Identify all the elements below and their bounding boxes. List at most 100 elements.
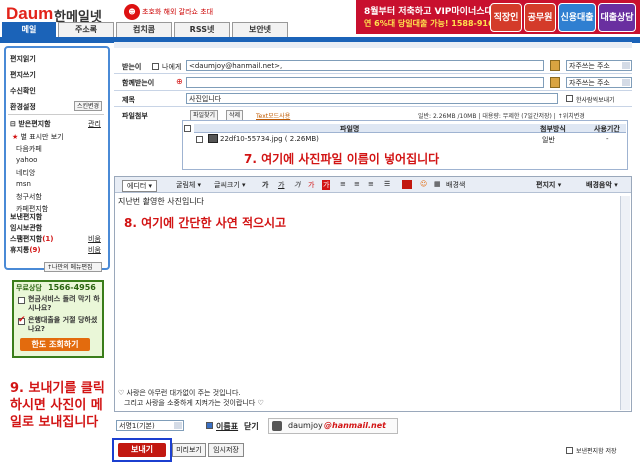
banner-button-credit[interactable]: 신용대출 (558, 3, 596, 32)
save-temp-button[interactable]: 임시저장 (208, 443, 244, 457)
bgcolor-button[interactable]: 배경색 (446, 180, 465, 190)
to-address-select[interactable]: 자주쓰는 주소 (566, 60, 632, 71)
to-me-checkbox[interactable] (152, 63, 159, 70)
cc-label: 함께받는이 (122, 79, 155, 87)
sidebar-item-inbox[interactable]: ⊟ 받은편지함 (10, 119, 51, 129)
attach-label: 파일첨부 (122, 112, 148, 120)
insert-image-icon[interactable] (402, 180, 412, 189)
tab-addressbook[interactable]: 주소록 (58, 22, 114, 37)
stationery-select[interactable]: 편지지 ▾ (536, 180, 561, 190)
attach-select-all[interactable] (184, 125, 191, 132)
cc-input[interactable] (186, 77, 544, 88)
sidebar-item-temp[interactable]: 임시보관함 (10, 223, 42, 233)
compose-header-strip (114, 42, 632, 48)
sidebar-item-write[interactable]: 편지쓰기 (10, 70, 36, 80)
font-size-select[interactable]: 글씨크기 ▾ (214, 180, 246, 190)
sidebar-item-spam[interactable]: 스팸편지함(1) (10, 234, 53, 244)
promo-link[interactable]: ☻ 초호화 해외 갈라쇼 초대 (124, 4, 234, 22)
folder-daumcafe[interactable]: 다음카페 (16, 144, 42, 154)
sidebar-item-trash[interactable]: 휴지통(9) (10, 245, 41, 255)
banner-button-consult[interactable]: 대출상담 (598, 3, 636, 32)
subject-label: 제목 (122, 96, 135, 104)
signature-line-1: ♡ 사랑은 아무런 대가없이 주는 것입니다. (118, 389, 241, 397)
nametag-domain: @hanmail.net (324, 421, 386, 430)
ad-check-2: ✔ (18, 315, 26, 325)
inbox-manage-link[interactable]: 관리 (88, 119, 101, 129)
banner-button-worker[interactable]: 직장인 (490, 3, 522, 32)
individual-send-checkbox[interactable] (566, 95, 573, 102)
tab-rss[interactable]: RSS넷 (174, 22, 230, 37)
bgmusic-select[interactable]: 배경음악 ▾ (586, 180, 618, 190)
editor-mode-select[interactable]: 에디터 ▾ (122, 180, 158, 192)
folder-yahoo[interactable]: yahoo (16, 156, 37, 164)
emoticon-icon[interactable]: ☺ (420, 180, 427, 188)
instruction-8: 8. 여기에 간단한 사연 적으시고 (124, 216, 287, 230)
spam-empty-link[interactable]: 비움 (88, 234, 101, 244)
instruction-9: 9. 보내기를 클릭하시면 사진이 메일로 보내집니다 (10, 381, 105, 430)
plus-icon[interactable]: ⊕ (176, 77, 183, 86)
file-name[interactable]: 22df10-55734.jpg ( 2.26MB) (220, 135, 319, 143)
subject-input[interactable]: 사진입니다 (186, 93, 558, 104)
divider (114, 73, 632, 74)
ad-limit-button[interactable]: 한도 조회하기 (20, 338, 90, 351)
text-mode-link[interactable]: Text모드사용 (256, 111, 290, 120)
signature-line-2: 그리고 사랑을 소중하게 지켜가는 것이랍니다 ♡ (124, 399, 264, 407)
body-first-line[interactable]: 지난번 촬영한 사진입니다 (118, 196, 204, 207)
col-method: 첨부방식 (540, 125, 566, 133)
banner-line1: 8월부터 저축하고 VIP마이너스대출 (364, 7, 502, 17)
divider (114, 90, 632, 91)
nametag-checkbox[interactable] (206, 422, 213, 429)
save-sent-label: 보낸편지함 저장 (576, 448, 617, 455)
folder-netian[interactable]: 네티앙 (16, 168, 35, 178)
banner-button-official[interactable]: 공무원 (524, 3, 556, 32)
nametag-user: daumjoy (288, 421, 323, 430)
skin-change-button[interactable]: 스킨변경 (74, 101, 103, 111)
align-center-icon[interactable]: ≡ (354, 180, 360, 188)
trash-empty-link[interactable]: 비움 (88, 245, 101, 255)
tab-mail[interactable]: 메일 (2, 22, 56, 37)
sidebar-divider (8, 114, 104, 115)
sidebar-item-sent[interactable]: 보낸편지함 (10, 212, 42, 222)
underline-button[interactable]: 가 (278, 180, 284, 190)
to-input[interactable]: <daumjoy@hanmail.net>, (186, 60, 544, 71)
sidebar-item-read[interactable]: 편지읽기 (10, 54, 36, 64)
signature-close[interactable]: 닫기 (244, 421, 259, 432)
align-left-icon[interactable]: ≡ (340, 180, 346, 188)
cc-address-book-icon[interactable] (550, 77, 560, 88)
font-color-button[interactable]: 가 (308, 180, 314, 190)
folder-msn[interactable]: msn (16, 180, 31, 188)
address-book-icon[interactable] (550, 60, 560, 71)
list-icon[interactable]: ☰ (384, 180, 390, 188)
starred-filter[interactable]: ★ 별 표시만 보기 (12, 132, 64, 142)
sidebar-item-settings[interactable]: 환경설정 (10, 102, 36, 112)
bold-button[interactable]: 가 (262, 180, 268, 190)
sidebar-item-receipt[interactable]: 수신확인 (10, 86, 36, 96)
col-filename: 파일명 (340, 125, 360, 133)
ad-check-1 (18, 297, 25, 304)
cc-address-select[interactable]: 자주쓰는 주소 (566, 77, 632, 88)
ad-title: 무료상담 (16, 284, 42, 292)
nametag-icon (272, 421, 282, 431)
tab-security[interactable]: 보안넷 (232, 22, 288, 37)
menu-edit-button[interactable]: ↑나만의 메뉴편집 (44, 262, 102, 272)
italic-button[interactable]: 가 (294, 180, 300, 190)
ad-question-1: 현금서비스 돌려 막기 하시나요? (28, 295, 100, 312)
send-button[interactable]: 보내기 (118, 443, 166, 457)
divider (114, 106, 632, 107)
file-row-checkbox[interactable] (196, 136, 203, 143)
table-icon[interactable]: ▦ (434, 180, 441, 188)
daum-logo[interactable]: Daum (6, 4, 53, 24)
tab-compcom[interactable]: 컴치콤 (116, 22, 172, 37)
preview-button[interactable]: 미리보기 (172, 443, 206, 457)
signature-select[interactable]: 서명1(기본) (116, 420, 184, 431)
folder-bills[interactable]: 청구서함 (16, 192, 42, 202)
save-sent-checkbox[interactable] (566, 447, 573, 454)
star-icon: ★ (12, 133, 21, 141)
font-family-select[interactable]: 굴림체 ▾ (176, 180, 201, 190)
instruction-7: 7. 여기에 사진파일 이름이 넣어집니다 (244, 152, 440, 166)
event-icon: ☻ (124, 4, 140, 20)
image-file-icon (208, 134, 218, 143)
highlight-button[interactable]: 가 (322, 180, 331, 190)
editor-scrollbar[interactable] (620, 196, 630, 410)
align-right-icon[interactable]: ≡ (368, 180, 374, 188)
